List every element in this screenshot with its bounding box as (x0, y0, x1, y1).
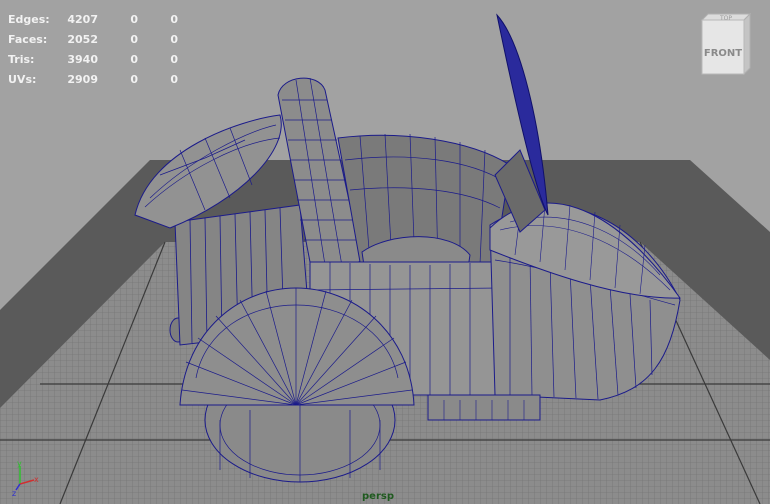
hud-label: UVs: (8, 72, 37, 86)
hud-label: Tris: (8, 52, 35, 66)
axis-y-label: y (17, 459, 22, 468)
view-cube-side-face[interactable] (743, 12, 751, 76)
poly-count-hud: Edges: 4207 0 0 Faces: 2052 0 0 Tris: 39… (8, 9, 178, 89)
hud-value: 0 (170, 72, 178, 86)
hud-value: 4207 (67, 12, 98, 26)
hud-row-edges: Edges: 4207 0 0 (8, 9, 178, 29)
hud-value: 0 (130, 32, 138, 46)
hud-value: 0 (130, 52, 138, 66)
hud-value: 3940 (67, 52, 98, 66)
hud-value: 0 (130, 12, 138, 26)
hud-row-tris: Tris: 3940 0 0 (8, 49, 178, 69)
axis-x-label: x (34, 475, 39, 484)
hud-value: 0 (170, 12, 178, 26)
axis-gizmo: y x z (12, 459, 39, 498)
axis-z-line (15, 483, 21, 491)
view-cube-front-label: FRONT (704, 48, 742, 59)
camera-name-label: persp (362, 491, 394, 502)
hud-row-faces: Faces: 2052 0 0 (8, 29, 178, 49)
maya-viewport[interactable]: Edges: 4207 0 0 Faces: 2052 0 0 Tris: 39… (0, 0, 770, 504)
hud-value: 2052 (67, 32, 98, 46)
hud-value: 0 (170, 32, 178, 46)
view-cube-top-label: TOP (719, 15, 732, 22)
view-cube-front-face[interactable] (701, 19, 745, 75)
hud-value: 2909 (67, 72, 98, 86)
hud-label: Faces: (8, 32, 48, 46)
hud-value: 0 (130, 72, 138, 86)
hud-value: 0 (170, 52, 178, 66)
view-cube[interactable]: TOP FRONT (696, 12, 752, 76)
hud-label: Edges: (8, 12, 50, 26)
axis-x-line (19, 479, 35, 485)
hud-row-uvs: UVs: 2909 0 0 (8, 69, 178, 89)
axis-z-label: z (12, 489, 16, 498)
